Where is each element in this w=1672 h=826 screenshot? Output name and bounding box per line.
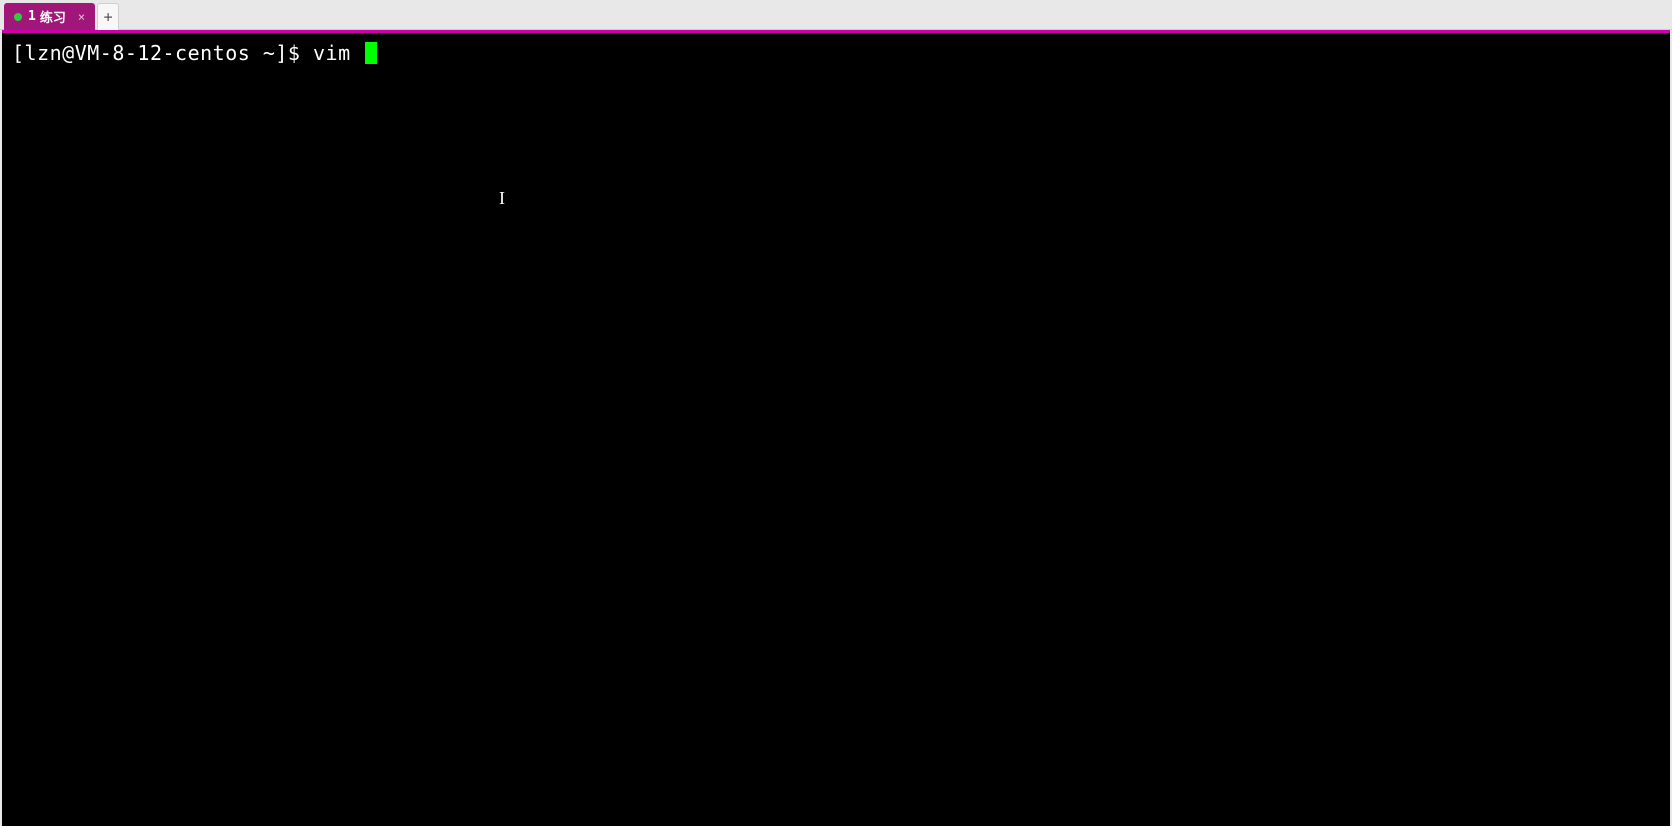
tab-active[interactable]: 1 练习 ×: [4, 3, 95, 30]
plus-icon: +: [104, 8, 113, 26]
text-cursor-icon: I: [499, 188, 501, 206]
prompt-line: [lzn@VM-8-12-centos ~]$ vim: [12, 41, 1660, 65]
shell-prompt: [lzn@VM-8-12-centos ~]$: [12, 41, 313, 65]
add-tab-button[interactable]: +: [97, 3, 119, 30]
tab-number: 1: [28, 9, 36, 24]
close-icon[interactable]: ×: [78, 10, 85, 24]
cursor-icon: [365, 42, 377, 64]
terminal-frame: [lzn@VM-8-12-centos ~]$ vim I: [2, 30, 1670, 826]
tab-bar: 1 练习 × +: [0, 0, 1672, 30]
shell-command: vim: [313, 41, 363, 65]
tab-title: 练习: [40, 7, 66, 26]
terminal[interactable]: [lzn@VM-8-12-centos ~]$ vim I: [2, 33, 1670, 826]
tab-status-dot-icon: [14, 13, 22, 21]
